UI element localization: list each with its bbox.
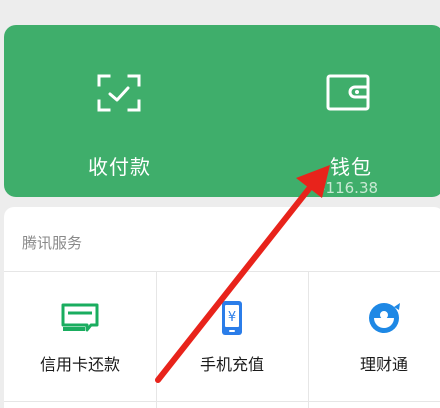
- credit-card-repay-label: 信用卡还款: [39, 355, 120, 374]
- services-section-title: 腾讯服务: [22, 234, 83, 252]
- wallet-label: 钱包: [330, 155, 372, 179]
- wealth-button[interactable]: 理财通: [308, 271, 440, 401]
- pay-receive-button[interactable]: 收付款: [64, 25, 184, 197]
- wallet-panel: 收付款 钱包 ¥116.38: [4, 25, 440, 197]
- wallet-icon: [326, 74, 370, 111]
- phone-topup-button[interactable]: ¥ 手机充值: [156, 271, 308, 401]
- tencent-services-panel: 腾讯服务 信用卡还款 ¥ 手机充值 理财通: [4, 207, 440, 408]
- scan-pay-icon: [97, 74, 141, 112]
- pay-receive-label: 收付款: [88, 155, 151, 179]
- divider: [4, 401, 440, 402]
- credit-card-icon: [61, 303, 99, 332]
- svg-text:¥: ¥: [228, 310, 236, 325]
- phone-topup-label: 手机充值: [199, 355, 264, 374]
- wealth-label: 理财通: [359, 355, 408, 374]
- wallet-button[interactable]: 钱包 ¥116.38: [294, 25, 414, 197]
- wallet-balance: ¥116.38: [316, 179, 379, 197]
- credit-card-repay-button[interactable]: 信用卡还款: [4, 271, 156, 401]
- phone-topup-icon: ¥: [222, 301, 242, 335]
- wechat-me-services-page: 收付款 钱包 ¥116.38 腾讯服务 信用卡还款 ¥ 手机充值 理财通: [0, 0, 440, 408]
- wealth-icon: [369, 303, 400, 333]
